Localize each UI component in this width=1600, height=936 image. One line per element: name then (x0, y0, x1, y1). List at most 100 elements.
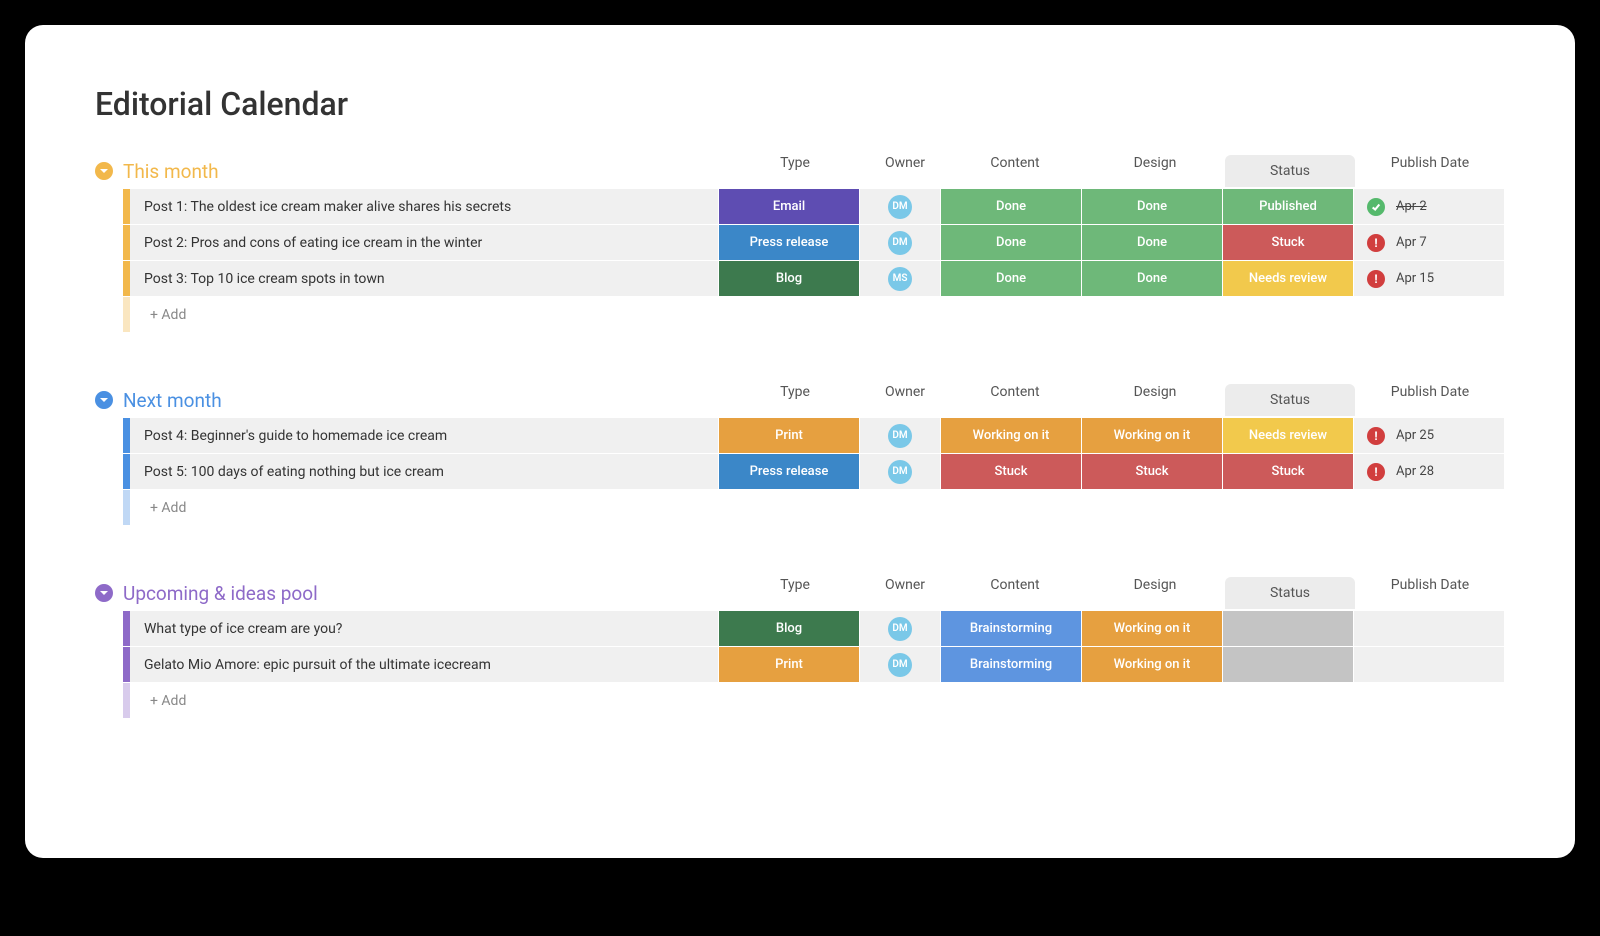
group: This month Type Owner Content Design Sta… (95, 153, 1505, 332)
content-cell[interactable]: Done (941, 261, 1081, 296)
task-name[interactable]: Post 3: Top 10 ice cream spots in town (130, 261, 718, 296)
alert-icon: ! (1367, 463, 1385, 481)
table-row[interactable]: Post 2: Pros and cons of eating ice crea… (123, 225, 1505, 260)
col-header-content: Content (945, 155, 1085, 187)
owner-cell[interactable]: DM (860, 454, 940, 489)
owner-cell[interactable]: DM (860, 611, 940, 646)
publish-date-text: Apr 15 (1396, 271, 1434, 286)
publish-date-cell[interactable] (1354, 647, 1504, 682)
col-header-publish: Publish Date (1355, 384, 1505, 416)
chevron-down-icon (99, 395, 109, 405)
type-cell[interactable]: Email (719, 189, 859, 224)
design-cell[interactable]: Working on it (1082, 647, 1222, 682)
group-title[interactable]: Next month (123, 389, 725, 412)
col-header-type: Type (725, 384, 865, 416)
group-color-bar (123, 418, 130, 453)
owner-cell[interactable]: DM (860, 418, 940, 453)
groups-container: This month Type Owner Content Design Sta… (95, 153, 1505, 718)
type-cell[interactable]: Blog (719, 261, 859, 296)
content-cell[interactable]: Done (941, 225, 1081, 260)
group-color-bar (123, 297, 130, 332)
publish-date-cell[interactable]: ! Apr 15 (1354, 261, 1504, 296)
group-color-bar (123, 454, 130, 489)
publish-date-cell[interactable]: ! Apr 25 (1354, 418, 1504, 453)
publish-date-cell[interactable] (1354, 611, 1504, 646)
task-name[interactable]: Post 2: Pros and cons of eating ice crea… (130, 225, 718, 260)
add-label: + Add (130, 683, 1505, 718)
collapse-toggle[interactable] (95, 162, 113, 180)
status-cell[interactable]: Stuck (1223, 454, 1353, 489)
group-header: Next month Type Owner Content Design Sta… (95, 382, 1505, 418)
content-cell[interactable]: Brainstorming (941, 647, 1081, 682)
add-row[interactable]: + Add (123, 490, 1505, 525)
type-cell[interactable]: Print (719, 647, 859, 682)
group-title[interactable]: This month (123, 160, 725, 183)
owner-cell[interactable]: DM (860, 647, 940, 682)
design-cell[interactable]: Done (1082, 189, 1222, 224)
col-header-publish: Publish Date (1355, 155, 1505, 187)
chevron-down-icon (99, 166, 109, 176)
col-header-design: Design (1085, 155, 1225, 187)
content-cell[interactable]: Done (941, 189, 1081, 224)
design-cell[interactable]: Stuck (1082, 454, 1222, 489)
type-cell[interactable]: Print (719, 418, 859, 453)
col-header-status: Status (1225, 155, 1355, 187)
col-header-owner: Owner (865, 577, 945, 609)
check-icon (1367, 198, 1385, 216)
table-row[interactable]: What type of ice cream are you? Blog DM … (123, 611, 1505, 646)
type-cell[interactable]: Press release (719, 225, 859, 260)
task-name[interactable]: Gelato Mio Amore: epic pursuit of the ul… (130, 647, 718, 682)
col-header-design: Design (1085, 577, 1225, 609)
design-cell[interactable]: Working on it (1082, 611, 1222, 646)
content-cell[interactable]: Working on it (941, 418, 1081, 453)
col-header-publish: Publish Date (1355, 577, 1505, 609)
status-cell[interactable]: Needs review (1223, 418, 1353, 453)
table-row[interactable]: Post 4: Beginner's guide to homemade ice… (123, 418, 1505, 453)
group-color-bar (123, 683, 130, 718)
owner-cell[interactable]: DM (860, 189, 940, 224)
task-name[interactable]: Post 1: The oldest ice cream maker alive… (130, 189, 718, 224)
design-cell[interactable]: Done (1082, 225, 1222, 260)
publish-date-cell[interactable]: ! Apr 7 (1354, 225, 1504, 260)
task-name[interactable]: Post 5: 100 days of eating nothing but i… (130, 454, 718, 489)
status-cell[interactable]: Needs review (1223, 261, 1353, 296)
design-cell[interactable]: Working on it (1082, 418, 1222, 453)
table-row[interactable]: Post 5: 100 days of eating nothing but i… (123, 454, 1505, 489)
avatar: DM (888, 617, 912, 641)
collapse-toggle[interactable] (95, 391, 113, 409)
publish-date-text: Apr 28 (1396, 464, 1434, 479)
status-cell[interactable]: Published (1223, 189, 1353, 224)
type-cell[interactable]: Press release (719, 454, 859, 489)
add-row[interactable]: + Add (123, 683, 1505, 718)
col-header-status: Status (1225, 384, 1355, 416)
table-row[interactable]: Post 3: Top 10 ice cream spots in town B… (123, 261, 1505, 296)
collapse-toggle[interactable] (95, 584, 113, 602)
table-row[interactable]: Gelato Mio Amore: epic pursuit of the ul… (123, 647, 1505, 682)
content-cell[interactable]: Brainstorming (941, 611, 1081, 646)
group-header: This month Type Owner Content Design Sta… (95, 153, 1505, 189)
publish-date-cell[interactable]: ! Apr 28 (1354, 454, 1504, 489)
column-headers: Type Owner Content Design Status Publish… (725, 384, 1505, 416)
content-cell[interactable]: Stuck (941, 454, 1081, 489)
col-header-design: Design (1085, 384, 1225, 416)
group: Next month Type Owner Content Design Sta… (95, 382, 1505, 525)
col-header-content: Content (945, 384, 1085, 416)
design-cell[interactable]: Done (1082, 261, 1222, 296)
col-header-owner: Owner (865, 155, 945, 187)
status-cell[interactable]: Stuck (1223, 225, 1353, 260)
publish-date-text: Apr 2 (1396, 199, 1427, 214)
status-cell[interactable] (1223, 611, 1353, 646)
add-row[interactable]: + Add (123, 297, 1505, 332)
owner-cell[interactable]: DM (860, 225, 940, 260)
publish-date-cell[interactable]: Apr 2 (1354, 189, 1504, 224)
type-cell[interactable]: Blog (719, 611, 859, 646)
table-row[interactable]: Post 1: The oldest ice cream maker alive… (123, 189, 1505, 224)
group-title[interactable]: Upcoming & ideas pool (123, 582, 725, 605)
col-header-type: Type (725, 155, 865, 187)
task-name[interactable]: What type of ice cream are you? (130, 611, 718, 646)
task-name[interactable]: Post 4: Beginner's guide to homemade ice… (130, 418, 718, 453)
alert-icon: ! (1367, 427, 1385, 445)
status-cell[interactable] (1223, 647, 1353, 682)
add-label: + Add (130, 297, 1505, 332)
owner-cell[interactable]: MS (860, 261, 940, 296)
